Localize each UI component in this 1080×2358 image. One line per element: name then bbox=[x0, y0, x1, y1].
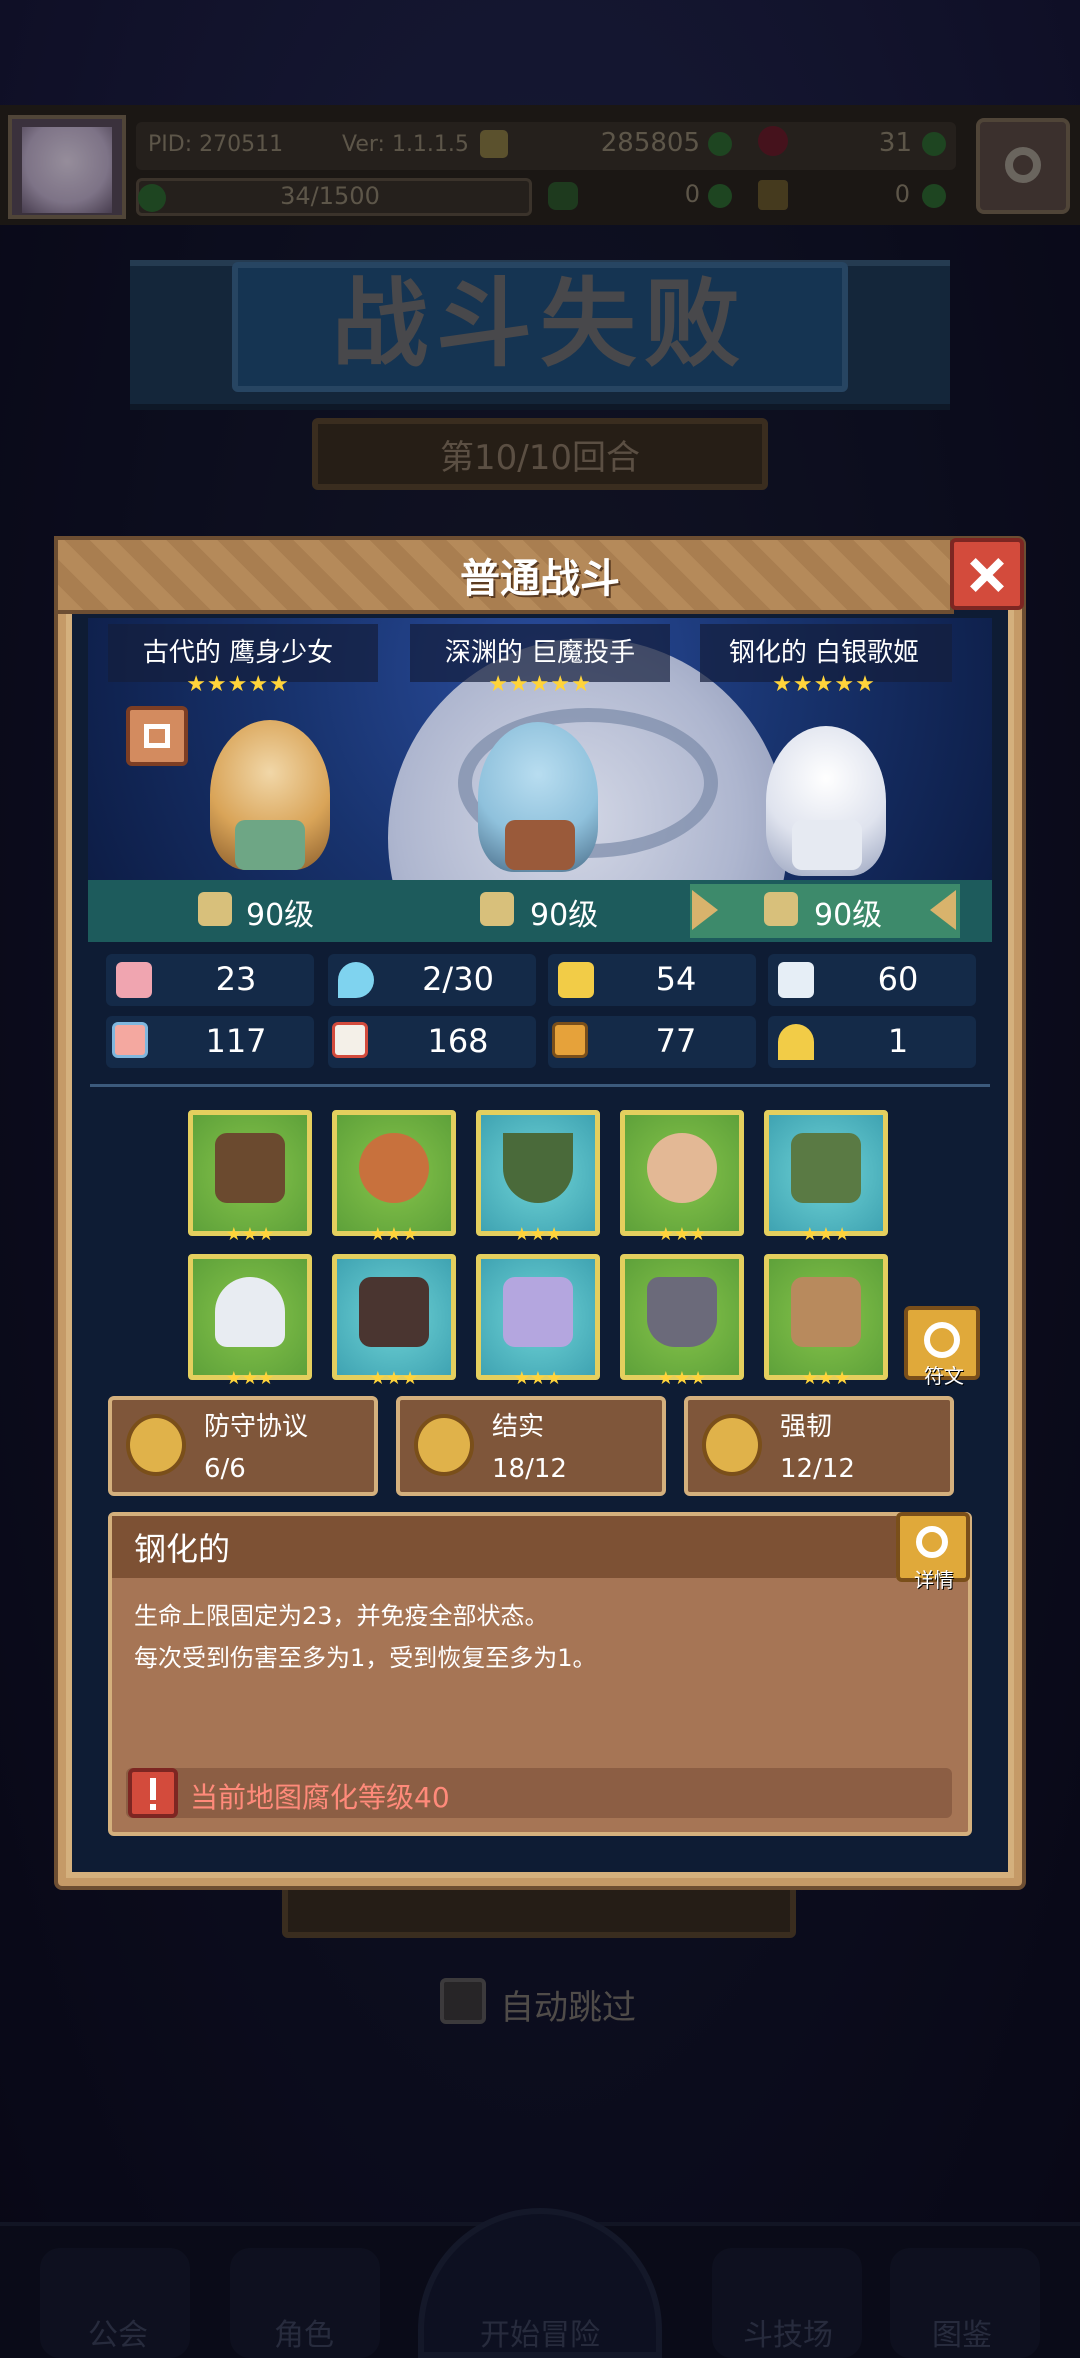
hero-2-stars: ★★★★★ bbox=[488, 672, 592, 697]
section-divider bbox=[90, 1084, 990, 1087]
set-1-count: 6/6 bbox=[204, 1454, 246, 1484]
equip-stars: ★★★ bbox=[369, 1368, 419, 1389]
modal-title: 普通战斗 bbox=[460, 556, 620, 602]
equip-stars: ★★★ bbox=[225, 1224, 275, 1245]
set-3-name: 强韧 bbox=[780, 1412, 833, 1442]
stat-resist: 77 bbox=[655, 1022, 697, 1060]
equip-stars: ★★★ bbox=[801, 1368, 851, 1389]
pouch-icon bbox=[359, 1133, 429, 1203]
warning-dot bbox=[150, 1804, 156, 1810]
shield-icon bbox=[558, 962, 594, 998]
hero-3-outfit bbox=[792, 820, 862, 870]
necklace-icon bbox=[503, 1133, 573, 1203]
helmet-icon bbox=[647, 1277, 717, 1347]
hero-1-outfit bbox=[235, 820, 305, 870]
equip-medallion[interactable]: ★★★ bbox=[620, 1110, 744, 1245]
equip-stars: ★★★ bbox=[513, 1224, 563, 1245]
stat-defense: 54 bbox=[655, 960, 697, 998]
flask-icon bbox=[215, 1277, 285, 1347]
equip-stars: ★★★ bbox=[369, 1224, 419, 1245]
gauntlet-icon bbox=[503, 1277, 573, 1347]
hero-2-outfit bbox=[505, 820, 575, 870]
corruption-warning-text: 当前地图腐化等级40 bbox=[190, 1781, 450, 1814]
hero-1-name: 古代的 鹰身少女 bbox=[142, 638, 334, 668]
hero-1-class-icon bbox=[198, 892, 232, 926]
set-sturdy-icon bbox=[414, 1414, 474, 1476]
trait-description-line-2: 每次受到伤害至多为1，受到恢复至多为1。 bbox=[134, 1644, 597, 1672]
set-2-name: 结实 bbox=[492, 1412, 545, 1442]
rune-label: 符文 bbox=[924, 1364, 964, 1388]
hero-2-name: 深渊的 巨魔投手 bbox=[444, 638, 636, 668]
stat-hp: 23 bbox=[215, 960, 257, 998]
equip-gauntlet[interactable]: ★★★ bbox=[476, 1254, 600, 1389]
trait-description-line-1: 生命上限固定为23，并免疫全部状态。 bbox=[134, 1602, 549, 1630]
fist-icon bbox=[112, 1022, 148, 1058]
hero-2-class-icon bbox=[480, 892, 514, 926]
hero-3-stars: ★★★★★ bbox=[772, 672, 876, 697]
set-tough-icon bbox=[702, 1414, 762, 1476]
hero-3-name: 钢化的 白银歌姬 bbox=[728, 638, 920, 668]
equip-stars: ★★★ bbox=[225, 1368, 275, 1389]
stat-luck: 1 bbox=[887, 1022, 909, 1060]
armor-icon bbox=[359, 1277, 429, 1347]
equip-stars: ★★★ bbox=[657, 1368, 707, 1389]
stat-speed: 60 bbox=[877, 960, 919, 998]
detail-label: 详情 bbox=[914, 1568, 954, 1592]
magnifier-icon bbox=[916, 1526, 948, 1558]
equip-helmet[interactable]: ★★★ bbox=[620, 1254, 744, 1389]
lock-icon bbox=[144, 724, 170, 748]
resist-icon bbox=[552, 1022, 588, 1058]
equip-hammer[interactable]: ★★★ bbox=[188, 1110, 312, 1245]
refresh-icon bbox=[924, 1322, 960, 1358]
hero-1-level: 90级 bbox=[246, 898, 315, 933]
equip-stars: ★★★ bbox=[513, 1368, 563, 1389]
set-2-count: 18/12 bbox=[492, 1454, 567, 1484]
jar-icon bbox=[791, 1133, 861, 1203]
horseshoe-icon bbox=[778, 1024, 814, 1060]
equip-necklace[interactable]: ★★★ bbox=[476, 1110, 600, 1245]
wing-icon bbox=[778, 962, 814, 998]
hammer-icon bbox=[215, 1133, 285, 1203]
boots-icon bbox=[791, 1277, 861, 1347]
warning-icon bbox=[128, 1768, 178, 1818]
stat-magic: 168 bbox=[427, 1022, 489, 1060]
close-button[interactable] bbox=[950, 538, 1024, 610]
lock-button[interactable] bbox=[126, 706, 188, 766]
hero-3-level: 90级 bbox=[814, 898, 883, 933]
equip-stars: ★★★ bbox=[801, 1224, 851, 1245]
trait-title: 钢化的 bbox=[134, 1530, 231, 1568]
medallion-icon bbox=[647, 1133, 717, 1203]
set-3-count: 12/12 bbox=[780, 1454, 855, 1484]
hero-3-class-icon bbox=[764, 892, 798, 926]
equip-jar[interactable]: ★★★ bbox=[764, 1110, 888, 1245]
stat-mana: 2/30 bbox=[422, 960, 494, 998]
equip-stars: ★★★ bbox=[657, 1224, 707, 1245]
stat-attack: 117 bbox=[205, 1022, 267, 1060]
set-defense-icon bbox=[126, 1414, 186, 1476]
set-1-name: 防守协议 bbox=[204, 1412, 309, 1442]
equip-boots[interactable]: ★★★ bbox=[764, 1254, 888, 1389]
equip-pouch[interactable]: ★★★ bbox=[332, 1110, 456, 1245]
equip-flask[interactable]: ★★★ bbox=[188, 1254, 312, 1389]
hero-2-level: 90级 bbox=[530, 898, 599, 933]
hero-1-stars: ★★★★★ bbox=[186, 672, 290, 697]
warning-bang bbox=[150, 1778, 156, 1800]
equip-armor[interactable]: ★★★ bbox=[332, 1254, 456, 1389]
heart-icon bbox=[116, 962, 152, 998]
book-icon bbox=[332, 1022, 368, 1058]
water-drop-icon bbox=[338, 962, 374, 998]
